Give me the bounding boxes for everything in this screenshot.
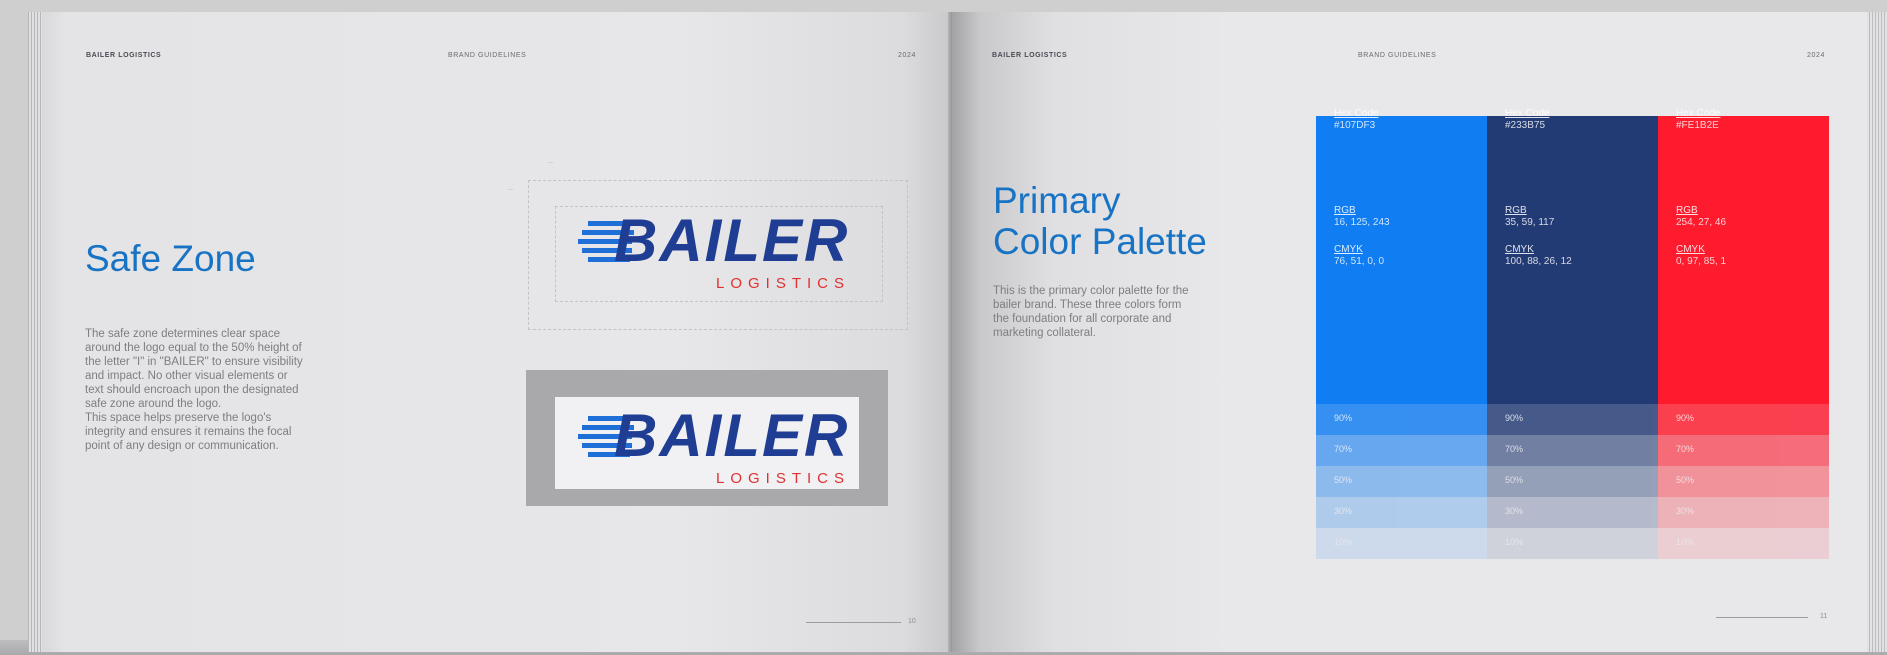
cmyk-label: CMYK — [1505, 244, 1534, 255]
tint-label: 90% — [1676, 413, 1695, 423]
right-page-number: 11 — [1820, 613, 1828, 620]
swatch-tint: 10% — [1316, 528, 1487, 559]
swatch-main-color: Hex Code #107DF3 RGB 16, 125, 243 CMYK 76, 51… — [1316, 108, 1487, 404]
tint-label: 50% — [1505, 475, 1524, 485]
left-page: BAILER LOGISTICS BRAND GUIDELINES 2024 S… — [28, 12, 958, 652]
hex-code-value: #233B75 — [1505, 120, 1546, 131]
hex-code-label: Hex Code — [1505, 108, 1550, 119]
tint-label: 70% — [1676, 444, 1695, 454]
tint-label: 90% — [1505, 413, 1524, 423]
tint-label: 10% — [1505, 537, 1524, 547]
swatch-tint: 30% — [1658, 497, 1829, 528]
cmyk-value: 0, 97, 85, 1 — [1676, 256, 1727, 267]
right-header-year: 2024 — [1807, 52, 1825, 59]
swatch-tint: 70% — [1316, 435, 1487, 466]
swatch-tint: 50% — [1658, 466, 1829, 497]
swatch-column: Hex Code #107DF3 RGB 16, 125, 243 CMYK 76, 51… — [1316, 108, 1487, 559]
swatch-tint: 90% — [1316, 404, 1487, 435]
cmyk-label: CMYK — [1676, 244, 1705, 255]
swatch-main-color: Hex Code #233B75 RGB 35, 59, 117 CMYK 100, 88… — [1487, 108, 1658, 404]
right-header-section: BRAND GUIDELINES — [1358, 52, 1437, 59]
rgb-value: 254, 27, 46 — [1676, 217, 1727, 228]
palette-title-line1: Primary — [993, 180, 1121, 221]
swatch-tint: 50% — [1316, 466, 1487, 497]
safe-zone-title: Safe Zone — [85, 238, 256, 279]
logo-subtitle: LOGISTICS — [716, 275, 851, 292]
left-header-year: 2024 — [898, 52, 916, 59]
tint-label: 10% — [1334, 537, 1353, 547]
tint-label: 30% — [1505, 506, 1524, 516]
cmyk-label: CMYK — [1334, 244, 1363, 255]
swatch-column: Hex Code #233B75 RGB 35, 59, 117 CMYK 100, 88… — [1487, 108, 1658, 559]
rgb-label: RGB — [1676, 205, 1698, 216]
swatch-column: Hex Code #FE1B2E RGB 254, 27, 46 CMYK 0, 97, … — [1658, 108, 1829, 559]
swatch-tint: 90% — [1658, 404, 1829, 435]
left-header-brand: BAILER LOGISTICS — [86, 52, 162, 59]
swatch-tint: 10% — [1487, 528, 1658, 559]
logo-safe-zone: BAILER LOGISTICS — [548, 197, 908, 297]
right-folio-line — [1716, 617, 1808, 618]
swatch-tint: 30% — [1487, 497, 1658, 528]
hex-code-label: Hex Code — [1676, 108, 1721, 119]
tint-label: 30% — [1676, 506, 1695, 516]
left-page-number: 10 — [908, 618, 916, 625]
right-header-brand: BAILER LOGISTICS — [992, 52, 1068, 59]
cmyk-value: 100, 88, 26, 12 — [1505, 256, 1572, 267]
hex-code-label: Hex Code — [1334, 108, 1379, 119]
right-page: BAILER LOGISTICS BRAND GUIDELINES 2024 P… — [952, 12, 1887, 652]
swatch-tint: 70% — [1658, 435, 1829, 466]
guide-marker-top: ― — [548, 160, 553, 166]
rgb-label: RGB — [1334, 205, 1356, 216]
hex-code-value: #107DF3 — [1334, 120, 1376, 131]
logo-subtitle: LOGISTICS — [716, 470, 851, 487]
swatch-main-color: Hex Code #FE1B2E RGB 254, 27, 46 CMYK 0, 97, … — [1658, 108, 1829, 404]
tint-label: 50% — [1334, 475, 1353, 485]
rgb-value: 16, 125, 243 — [1334, 217, 1390, 228]
tint-label: 70% — [1334, 444, 1353, 454]
swatch-tint: 10% — [1658, 528, 1829, 559]
swatch-tint: 90% — [1487, 404, 1658, 435]
tint-label: 90% — [1334, 413, 1353, 423]
left-header-section: BRAND GUIDELINES — [448, 52, 527, 59]
logo-on-gray: BAILER LOGISTICS — [548, 392, 908, 492]
cmyk-value: 76, 51, 0, 0 — [1334, 256, 1385, 267]
logo-wordmark: BAILER — [614, 402, 850, 469]
rgb-value: 35, 59, 117 — [1505, 217, 1555, 228]
guide-marker-left: ― — [508, 187, 513, 193]
swatch-tint: 70% — [1487, 435, 1658, 466]
tint-label: 50% — [1676, 475, 1695, 485]
swatch-tint: 30% — [1316, 497, 1487, 528]
tint-label: 30% — [1334, 506, 1353, 516]
tint-label: 70% — [1505, 444, 1524, 454]
palette-title-line2: Color Palette — [993, 221, 1207, 262]
tint-label: 10% — [1676, 537, 1695, 547]
hex-code-value: #FE1B2E — [1676, 120, 1719, 131]
logo-wordmark: BAILER — [614, 207, 850, 274]
swatch-tint: 50% — [1487, 466, 1658, 497]
palette-body: This is the primary color palette for th… — [993, 285, 1189, 339]
rgb-label: RGB — [1505, 205, 1527, 216]
left-folio-line — [806, 622, 901, 623]
safe-zone-body: The safe zone determines clear space aro… — [85, 328, 303, 452]
